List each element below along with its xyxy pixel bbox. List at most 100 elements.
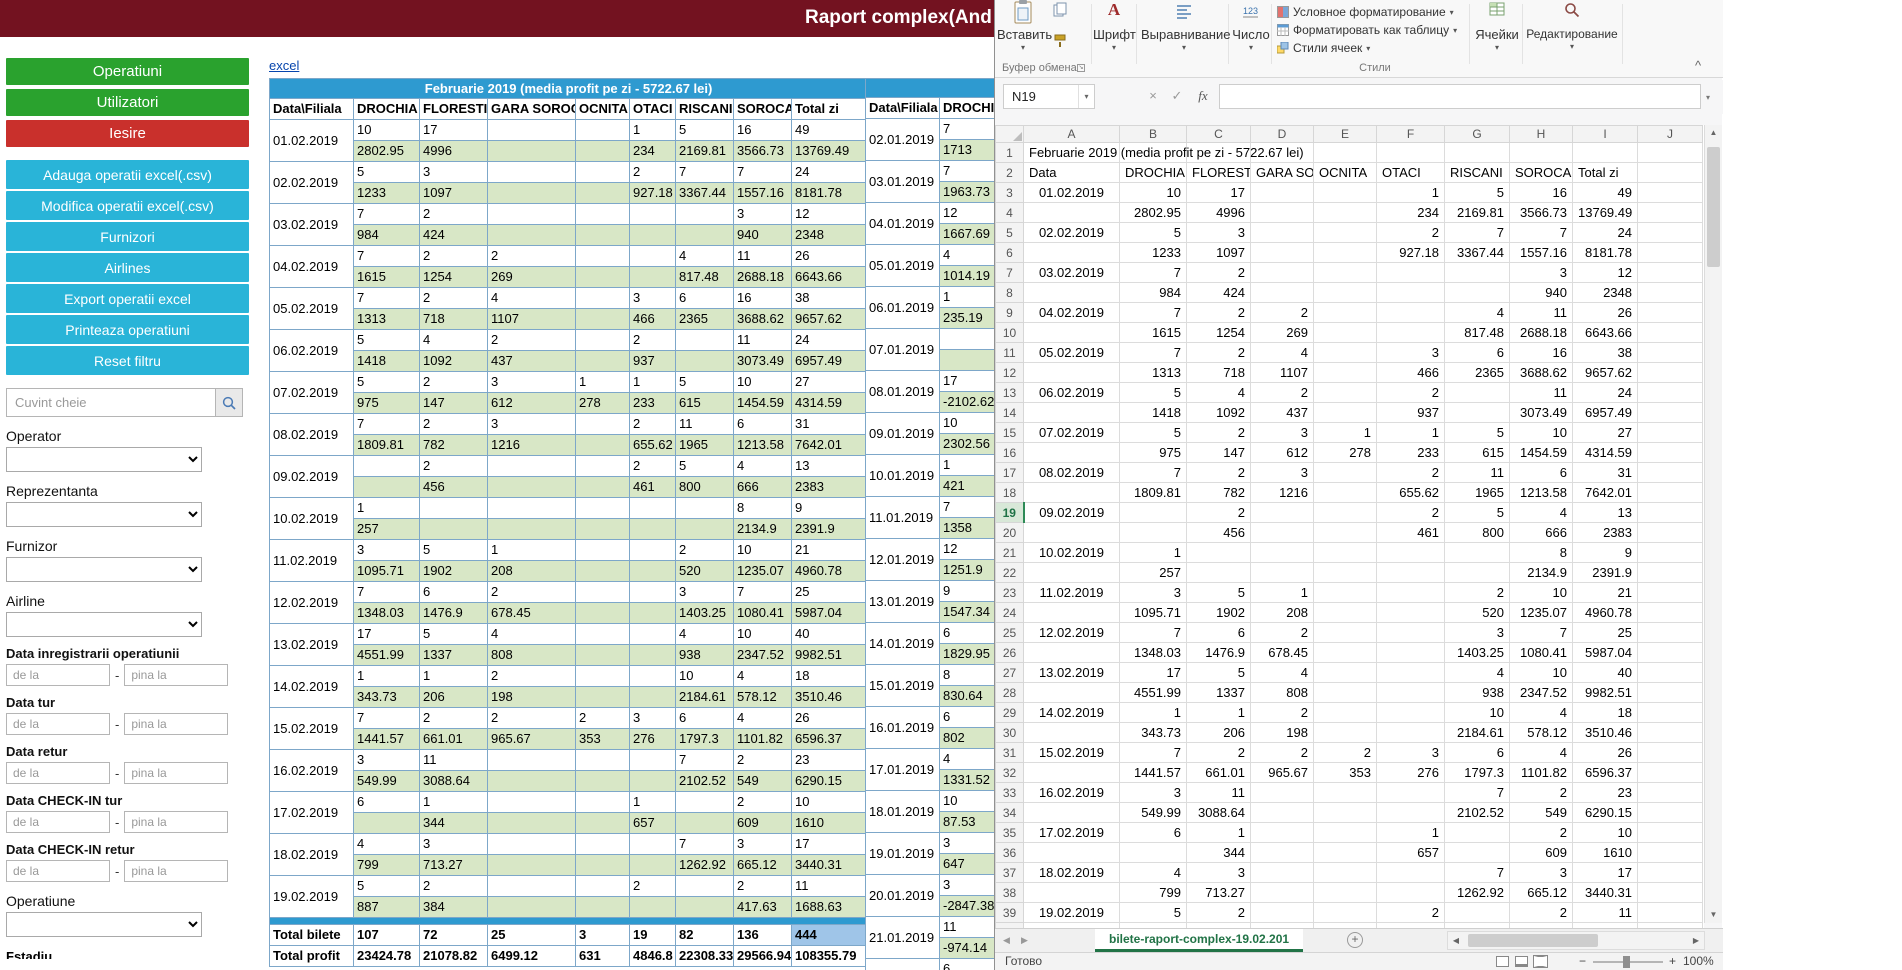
- sheet-cell[interactable]: 9657.62: [1573, 363, 1638, 383]
- sheet-cell[interactable]: [1314, 143, 1377, 163]
- sheet-cell[interactable]: 10: [1445, 703, 1510, 723]
- scroll-left-icon[interactable]: ◀: [1448, 932, 1464, 949]
- sheet-cell[interactable]: 940: [1510, 283, 1573, 303]
- sheet-cell[interactable]: 3566.73: [1510, 203, 1573, 223]
- sheet-cell[interactable]: [1377, 883, 1445, 903]
- sheet-cell[interactable]: [1251, 223, 1314, 243]
- sheet-cell[interactable]: 16: [1510, 343, 1573, 363]
- sheet-cell[interactable]: 26: [1573, 743, 1638, 763]
- sheet-cell[interactable]: 2: [1314, 743, 1377, 763]
- normal-view-icon[interactable]: [1496, 956, 1509, 967]
- sheet-cell[interactable]: 4996: [1187, 203, 1251, 223]
- sheet-cell[interactable]: 1348.03: [1120, 643, 1187, 663]
- page-layout-view-icon[interactable]: [1515, 956, 1528, 967]
- sheet-cell[interactable]: 21: [1573, 583, 1638, 603]
- row-header-23[interactable]: 23: [996, 583, 1024, 603]
- sheet-cell[interactable]: 549: [1510, 803, 1573, 823]
- search-input[interactable]: [6, 388, 216, 417]
- sheet-cell[interactable]: 10.02.2019: [1024, 543, 1120, 563]
- sheet-cell[interactable]: [1314, 543, 1377, 563]
- sheet-cell[interactable]: [1314, 343, 1377, 363]
- sheet-cell[interactable]: 7: [1445, 783, 1510, 803]
- sheet-cell[interactable]: 24: [1573, 383, 1638, 403]
- sheet-cell[interactable]: 1454.59: [1510, 443, 1573, 463]
- sheet-cell[interactable]: 2102.52: [1445, 803, 1510, 823]
- sheet-cell[interactable]: 1: [1187, 703, 1251, 723]
- sheet-cell[interactable]: 7: [1120, 263, 1187, 283]
- row-header-24[interactable]: 24: [996, 603, 1024, 623]
- sheet-cell[interactable]: 4: [1445, 303, 1510, 323]
- sheet-cell[interactable]: [1251, 283, 1314, 303]
- sheet-cell[interactable]: 2365: [1445, 363, 1510, 383]
- sheet-cell[interactable]: [1445, 543, 1510, 563]
- sheet-cell[interactable]: 31: [1573, 463, 1638, 483]
- sheet-cell[interactable]: 2: [1445, 583, 1510, 603]
- sheet-cell[interactable]: [1377, 683, 1445, 703]
- sheet-cell[interactable]: [1314, 703, 1377, 723]
- sheet-cell[interactable]: 3: [1251, 423, 1314, 443]
- sheet-cell[interactable]: 2: [1251, 743, 1314, 763]
- sheet-cell[interactable]: [1377, 143, 1445, 163]
- sheet-cell[interactable]: [1445, 263, 1510, 283]
- sheet-cell[interactable]: 1: [1120, 543, 1187, 563]
- sheet-cell[interactable]: OCNITA: [1314, 163, 1377, 183]
- sheet-cell[interactable]: [1024, 883, 1120, 903]
- sheet-cell[interactable]: 799: [1120, 883, 1187, 903]
- column-header-I[interactable]: I: [1573, 126, 1638, 143]
- sheet-cell[interactable]: [1251, 503, 1314, 523]
- sheet-cell[interactable]: 7: [1120, 463, 1187, 483]
- sheet-cell[interactable]: 984: [1120, 283, 1187, 303]
- sheet-cell[interactable]: 657: [1377, 843, 1445, 863]
- formula-bar-expand-icon[interactable]: ▾: [1706, 93, 1710, 102]
- row-header-5[interactable]: 5: [996, 223, 1024, 243]
- sheet-cell[interactable]: 2169.81: [1445, 203, 1510, 223]
- column-header-J[interactable]: J: [1638, 126, 1703, 143]
- sheet-cell[interactable]: 1107: [1251, 363, 1314, 383]
- sheet-cell[interactable]: 1233: [1120, 243, 1187, 263]
- sheet-cell[interactable]: 26: [1573, 303, 1638, 323]
- sheet-cell[interactable]: [1445, 383, 1510, 403]
- sheet-cell[interactable]: [1314, 563, 1377, 583]
- date-from-input[interactable]: [6, 762, 110, 784]
- sheet-cell[interactable]: 1235.07: [1510, 603, 1573, 623]
- sheet-cell[interactable]: 11: [1510, 303, 1573, 323]
- row-header-9[interactable]: 9: [996, 303, 1024, 323]
- sheet-cell[interactable]: [1314, 263, 1377, 283]
- sheet-cell[interactable]: [1638, 163, 1703, 183]
- action-button[interactable]: Furnizori: [6, 222, 249, 251]
- sheet-cell[interactable]: 4: [1445, 663, 1510, 683]
- filter-select[interactable]: [6, 447, 202, 472]
- sheet-cell[interactable]: [1314, 523, 1377, 543]
- row-header-4[interactable]: 4: [996, 203, 1024, 223]
- sheet-cell[interactable]: [1314, 243, 1377, 263]
- formula-enter-button[interactable]: ✓: [1167, 88, 1187, 104]
- sheet-cell[interactable]: [1638, 323, 1703, 343]
- sheet-cell[interactable]: 3688.62: [1510, 363, 1573, 383]
- sheet-cell[interactable]: [1024, 803, 1120, 823]
- sheet-cell[interactable]: [1638, 663, 1703, 683]
- page-break-view-icon[interactable]: [1534, 956, 1547, 967]
- sheet-cell[interactable]: 1262.92: [1445, 883, 1510, 903]
- sheet-cell[interactable]: [1024, 763, 1120, 783]
- sheet-cell[interactable]: [1251, 883, 1314, 903]
- tab-nav-left-icon[interactable]: ◀: [1003, 935, 1010, 946]
- row-header-15[interactable]: 15: [996, 423, 1024, 443]
- sheet-cell[interactable]: [1314, 783, 1377, 803]
- zoom-in-button[interactable]: +: [1669, 954, 1676, 968]
- sheet-cell[interactable]: 344: [1187, 843, 1251, 863]
- date-to-input[interactable]: [124, 860, 228, 882]
- sheet-cell[interactable]: [1638, 303, 1703, 323]
- sheet-cell[interactable]: [1638, 823, 1703, 843]
- sheet-cell[interactable]: [1377, 783, 1445, 803]
- sheet-cell[interactable]: [1638, 683, 1703, 703]
- sheet-cell[interactable]: [1377, 303, 1445, 323]
- sheet-cell[interactable]: 2391.9: [1573, 563, 1638, 583]
- sheet-cell[interactable]: 5: [1120, 903, 1187, 923]
- sheet-cell[interactable]: 2: [1377, 223, 1445, 243]
- sheet-cell[interactable]: 2383: [1573, 523, 1638, 543]
- sheet-cell[interactable]: 11: [1187, 783, 1251, 803]
- sheet-cell[interactable]: [1377, 603, 1445, 623]
- sheet-cell[interactable]: 5: [1445, 183, 1510, 203]
- sheet-cell[interactable]: 18.02.2019: [1024, 863, 1120, 883]
- row-header-1[interactable]: 1: [996, 143, 1024, 163]
